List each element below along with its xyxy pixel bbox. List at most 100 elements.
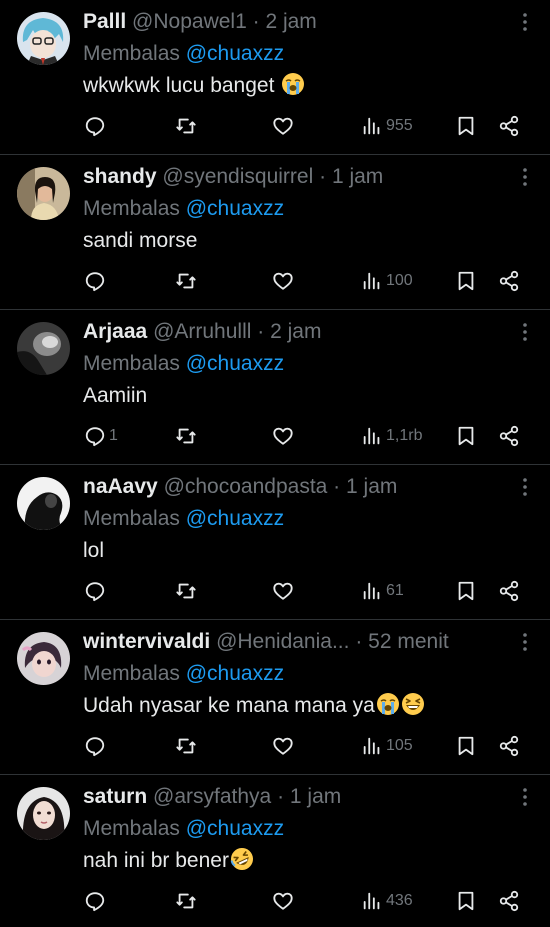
dark-photo-avatar-icon	[17, 322, 70, 375]
user-handle[interactable]: @syendisquirrel	[162, 165, 313, 188]
reply-item[interactable]: wintervivaldi @Henidania... · 52 menit M…	[0, 620, 550, 775]
share-icon	[499, 270, 519, 292]
more-options-icon[interactable]	[522, 787, 528, 807]
views-button[interactable]: 105	[361, 732, 413, 760]
more-options-icon[interactable]	[522, 477, 528, 497]
display-name[interactable]: saturn	[83, 785, 147, 808]
reply-item[interactable]: naAavy @chocoandpasta · 1 jam Membalas @…	[0, 465, 550, 620]
views-button[interactable]: 436	[361, 887, 413, 915]
user-handle[interactable]: @arsyfathya	[153, 785, 271, 808]
retweet-button[interactable]	[175, 577, 197, 605]
user-avatar[interactable]	[17, 632, 70, 685]
like-button[interactable]	[272, 267, 294, 295]
more-options-icon[interactable]	[522, 632, 528, 652]
share-button[interactable]	[498, 422, 520, 450]
user-avatar[interactable]	[17, 477, 70, 530]
silhouette-avatar-icon	[17, 477, 70, 530]
retweet-button[interactable]	[175, 267, 197, 295]
like-button[interactable]	[272, 422, 294, 450]
user-avatar[interactable]	[17, 167, 70, 220]
more-options-icon[interactable]	[522, 12, 528, 32]
display-name[interactable]: shandy	[83, 165, 157, 188]
bookmark-button[interactable]	[455, 422, 477, 450]
more-options-icon[interactable]	[522, 167, 528, 187]
reply-button[interactable]	[84, 887, 109, 915]
reply-button[interactable]	[84, 267, 109, 295]
timestamp[interactable]: 1 jam	[290, 785, 341, 808]
views-icon	[363, 737, 380, 755]
share-button[interactable]	[498, 577, 520, 605]
reply-button[interactable]	[84, 577, 109, 605]
views-count: 955	[386, 117, 413, 134]
reply-button[interactable]	[84, 732, 109, 760]
share-icon	[499, 425, 519, 447]
like-button[interactable]	[272, 112, 294, 140]
mention-link[interactable]: @chuaxzz	[186, 817, 284, 840]
timestamp[interactable]: 52 menit	[368, 630, 449, 653]
timestamp[interactable]: 2 jam	[270, 320, 321, 343]
bookmark-button[interactable]	[455, 112, 477, 140]
bookmark-button[interactable]	[455, 577, 477, 605]
retweet-button[interactable]	[175, 422, 197, 450]
share-button[interactable]	[498, 267, 520, 295]
reply-button[interactable]	[84, 112, 109, 140]
user-handle[interactable]: @Henidania...	[216, 630, 349, 653]
display-name[interactable]: wintervivaldi	[83, 630, 210, 653]
views-button[interactable]: 955	[361, 112, 413, 140]
reply-text: wkwkwk lucu banget	[83, 72, 305, 100]
share-button[interactable]	[498, 112, 520, 140]
display-name[interactable]: Palll	[83, 10, 126, 33]
timestamp[interactable]: 1 jam	[332, 165, 383, 188]
replies-feed: Palll @Nopawel1 · 2 jam Membalas @chuaxz…	[0, 0, 550, 927]
reply-icon	[85, 272, 105, 292]
user-handle[interactable]: @chocoandpasta	[164, 475, 328, 498]
share-button[interactable]	[498, 732, 520, 760]
replying-to: Membalas @chuaxzz	[83, 350, 284, 378]
more-options-icon[interactable]	[522, 322, 528, 342]
reply-button[interactable]: 1	[84, 422, 118, 450]
mention-link[interactable]: @chuaxzz	[186, 662, 284, 685]
like-button[interactable]	[272, 732, 294, 760]
retweet-button[interactable]	[175, 732, 197, 760]
mention-link[interactable]: @chuaxzz	[186, 42, 284, 65]
user-handle[interactable]: @Arruhulll	[153, 320, 251, 343]
retweet-button[interactable]	[175, 112, 197, 140]
heart-icon	[273, 427, 293, 445]
heart-icon	[273, 892, 293, 910]
views-button[interactable]: 100	[361, 267, 413, 295]
reply-item[interactable]: Palll @Nopawel1 · 2 jam Membalas @chuaxz…	[0, 0, 550, 155]
timestamp[interactable]: 1 jam	[346, 475, 397, 498]
action-bar: 436	[0, 887, 550, 915]
rolling-on-floor-laughing-face-icon	[230, 847, 254, 871]
bookmark-icon	[458, 116, 474, 136]
views-icon	[363, 427, 380, 445]
retweet-button[interactable]	[175, 887, 197, 915]
person-photo-avatar-icon	[17, 167, 70, 220]
reply-text: sandi morse	[83, 227, 197, 255]
mention-link[interactable]: @chuaxzz	[186, 507, 284, 530]
display-name[interactable]: Arjaaa	[83, 320, 147, 343]
bookmark-button[interactable]	[455, 267, 477, 295]
heart-icon	[273, 117, 293, 135]
bookmark-button[interactable]	[455, 732, 477, 760]
user-avatar[interactable]	[17, 787, 70, 840]
reply-item[interactable]: saturn @arsyfathya · 1 jam Membalas @chu…	[0, 775, 550, 927]
like-button[interactable]	[272, 887, 294, 915]
grinning-squinting-face-icon	[401, 692, 425, 716]
bookmark-button[interactable]	[455, 887, 477, 915]
separator-dot: ·	[277, 785, 285, 808]
user-avatar[interactable]	[17, 12, 70, 65]
views-button[interactable]: 61	[361, 577, 404, 605]
share-button[interactable]	[498, 887, 520, 915]
reply-item[interactable]: Arjaaa @Arruhulll · 2 jam Membalas @chua…	[0, 310, 550, 465]
reply-item[interactable]: shandy @syendisquirrel · 1 jam Membalas …	[0, 155, 550, 310]
user-handle[interactable]: @Nopawel1	[132, 10, 247, 33]
mention-link[interactable]: @chuaxzz	[186, 352, 284, 375]
mention-link[interactable]: @chuaxzz	[186, 197, 284, 220]
bookmark-icon	[458, 426, 474, 446]
views-button[interactable]: 1,1rb	[361, 422, 422, 450]
timestamp[interactable]: 2 jam	[265, 10, 316, 33]
display-name[interactable]: naAavy	[83, 475, 158, 498]
user-avatar[interactable]	[17, 322, 70, 375]
like-button[interactable]	[272, 577, 294, 605]
